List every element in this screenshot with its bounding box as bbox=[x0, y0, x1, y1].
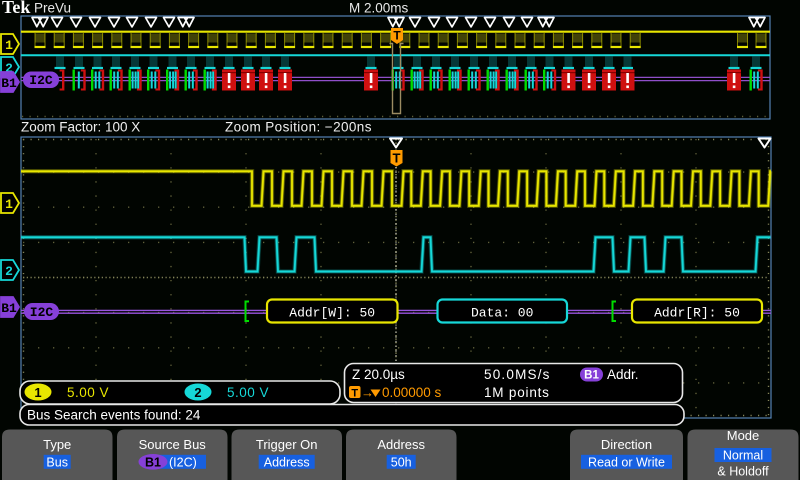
svg-text:Tek: Tek bbox=[2, 0, 30, 17]
svg-text:2: 2 bbox=[194, 385, 201, 400]
svg-text:B1: B1 bbox=[1, 301, 17, 316]
svg-text:Trigger On: Trigger On bbox=[256, 437, 318, 452]
svg-text:Direction: Direction bbox=[601, 437, 652, 452]
svg-text:(I2C): (I2C) bbox=[169, 456, 197, 470]
svg-text:50.0MS/s: 50.0MS/s bbox=[484, 367, 551, 382]
svg-text:Source Bus: Source Bus bbox=[139, 437, 207, 452]
svg-text:5.00 V: 5.00 V bbox=[67, 385, 109, 400]
svg-text:Addr[W]: 50: Addr[W]: 50 bbox=[289, 306, 375, 321]
svg-text:PreVu: PreVu bbox=[34, 1, 71, 16]
svg-text:5.00 V: 5.00 V bbox=[227, 385, 269, 400]
svg-text:I2C: I2C bbox=[30, 305, 54, 320]
svg-text:Addr.: Addr. bbox=[607, 367, 639, 382]
svg-text:Read or Write: Read or Write bbox=[588, 456, 665, 470]
svg-text:Data: 00: Data: 00 bbox=[471, 306, 533, 321]
svg-text:Type: Type bbox=[43, 437, 71, 452]
svg-text:I2C: I2C bbox=[29, 73, 53, 88]
svg-text:B1: B1 bbox=[145, 456, 161, 470]
svg-text:& Holdoff: & Holdoff bbox=[717, 465, 769, 479]
svg-text:T: T bbox=[393, 29, 401, 43]
svg-text:1: 1 bbox=[34, 385, 41, 400]
svg-text:0.00000 s: 0.00000 s bbox=[382, 385, 442, 400]
svg-text:Zoom Position: −200ns: Zoom Position: −200ns bbox=[225, 120, 372, 135]
svg-text:→: → bbox=[361, 385, 374, 400]
svg-text:T: T bbox=[393, 151, 401, 166]
svg-text:B1: B1 bbox=[584, 370, 599, 382]
svg-text:Bus Search events found: 24: Bus Search events found: 24 bbox=[27, 408, 201, 423]
svg-text:Zoom Factor: 100 X: Zoom Factor: 100 X bbox=[21, 120, 140, 135]
svg-text:Address: Address bbox=[264, 456, 310, 470]
svg-text:Normal: Normal bbox=[723, 449, 763, 463]
svg-text:B1: B1 bbox=[1, 76, 17, 91]
svg-text:1: 1 bbox=[5, 197, 13, 212]
svg-text:Addr[R]: 50: Addr[R]: 50 bbox=[654, 306, 740, 321]
svg-text:M 2.00ms: M 2.00ms bbox=[349, 1, 409, 16]
svg-text:T: T bbox=[351, 388, 358, 400]
svg-text:Z 20.0µs: Z 20.0µs bbox=[352, 367, 405, 382]
svg-text:Address: Address bbox=[377, 437, 425, 452]
svg-text:1: 1 bbox=[5, 38, 13, 53]
svg-text:Bus: Bus bbox=[46, 456, 68, 470]
svg-text:50h: 50h bbox=[391, 456, 412, 470]
svg-text:2: 2 bbox=[5, 264, 13, 279]
svg-text:1M points: 1M points bbox=[484, 385, 550, 400]
svg-text:Mode: Mode bbox=[727, 428, 760, 443]
